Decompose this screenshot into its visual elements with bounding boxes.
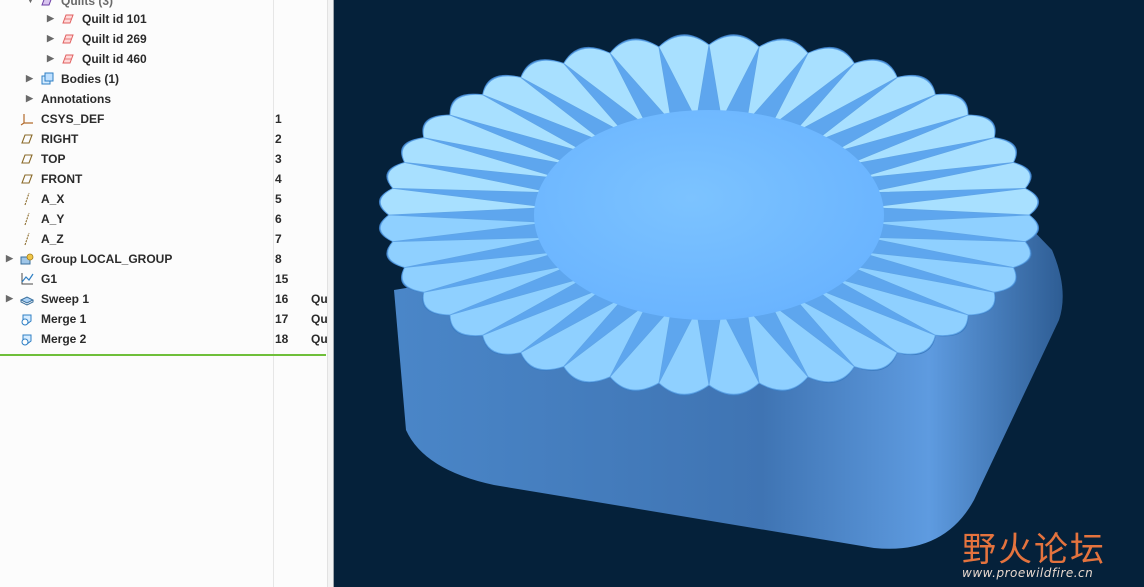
watermark-url: www.proewildfire.cn (962, 566, 1094, 580)
tree-item[interactable]: ▶ Quilt id 101 (0, 9, 327, 29)
tree-item[interactable]: ▶ Annotations (0, 89, 327, 109)
tree-item-label: Sweep 1 (41, 292, 90, 306)
datum-plane-icon (21, 154, 33, 164)
expand-arrow-icon[interactable]: ▶ (47, 13, 54, 24)
tree-item[interactable]: Merge 1 17 Qu (0, 309, 328, 329)
tree-item-number: 17 (275, 312, 289, 326)
merge-icon (21, 314, 32, 326)
tree-item-number: 16 (275, 292, 289, 306)
tree-item[interactable]: ▶ Group LOCAL_GROUP 8 (0, 249, 327, 269)
watermark-text: 野火论坛 (962, 530, 1106, 570)
tree-item-label: Annotations (41, 92, 111, 106)
quilt-icon (62, 14, 74, 24)
datum-plane-icon (21, 134, 33, 144)
watermark: 野火论坛 www.proewildfire.cn (958, 516, 1128, 586)
csys-icon (20, 114, 33, 126)
quilts-icon (41, 0, 52, 6)
model-3d-view (379, 34, 1063, 549)
tree-item-label: G1 (41, 272, 58, 286)
tree-item-label: Group LOCAL_GROUP (41, 252, 173, 266)
expand-arrow-icon[interactable]: ▶ (26, 93, 33, 104)
tree-item-label: RIGHT (41, 132, 79, 146)
expand-arrow-icon[interactable]: ▶ (47, 33, 54, 44)
tree-item-label: Quilt id 269 (82, 32, 147, 46)
model-tree: ▼ Quilts (3) ▶ Quilt id 101 ▶ Quilt id 269 ▶ Qu… (0, 0, 333, 587)
group-icon (20, 253, 34, 265)
tree-item-number: 3 (275, 152, 282, 166)
expand-arrow-icon[interactable]: ▶ (47, 53, 54, 64)
merge-icon (21, 334, 32, 346)
datum-plane-icon (21, 174, 33, 184)
tree-item-label: A_Z (41, 232, 64, 246)
pocket-floor (534, 110, 884, 320)
expand-arrow-icon[interactable]: ▶ (26, 73, 33, 84)
tree-item[interactable]: TOP 3 (0, 149, 327, 169)
tree-item[interactable]: A_X 5 (0, 189, 327, 209)
tree-item-number: 7 (275, 232, 282, 246)
tree-item[interactable]: CSYS_DEF 1 (0, 109, 327, 129)
tree-item[interactable]: ▶ Bodies (1) (0, 69, 327, 89)
tree-item-label: Quilts (3) (61, 0, 114, 8)
datum-axis-icon (24, 232, 30, 246)
datum-axis-icon (24, 192, 30, 206)
tree-item-column-value: Qu (311, 332, 328, 346)
tree-item[interactable]: G1 15 (0, 269, 327, 289)
expand-arrow-icon[interactable]: ▶ (6, 253, 13, 264)
collapse-arrow-icon[interactable]: ▼ (26, 0, 35, 5)
tree-item-label: Quilt id 101 (82, 12, 147, 26)
tree-item[interactable]: ▶ Quilt id 269 (0, 29, 327, 49)
tree-item-label: Bodies (1) (61, 72, 120, 86)
tree-item-number: 5 (275, 192, 282, 206)
tree-item-label: CSYS_DEF (41, 112, 105, 126)
tree-item-label: A_X (41, 192, 65, 206)
tree-item[interactable]: ▶ Sweep 1 16 Qu (0, 289, 328, 309)
tree-item-column-value: Qu (311, 292, 328, 306)
tree-item[interactable]: A_Y 6 (0, 209, 327, 229)
tree-item-number: 6 (275, 212, 282, 226)
tree-item-label: Merge 2 (41, 332, 87, 346)
quilt-icon (62, 34, 74, 44)
tree-item[interactable]: RIGHT 2 (0, 129, 327, 149)
expand-arrow-icon[interactable]: ▶ (6, 293, 13, 304)
graphics-viewport[interactable] (334, 0, 1144, 587)
tree-item-number: 15 (275, 272, 289, 286)
tree-item-number: 1 (275, 112, 282, 126)
tree-item-label: A_Y (41, 212, 65, 226)
bodies-icon (41, 72, 54, 85)
tree-item[interactable]: FRONT 4 (0, 169, 327, 189)
tree-item[interactable]: ▶ Quilt id 460 (0, 49, 327, 69)
graph-icon (21, 273, 34, 285)
tree-item-label: Quilt id 460 (82, 52, 147, 66)
sweep-icon (20, 296, 34, 306)
tree-item-label: FRONT (41, 172, 83, 186)
tree-item-number: 2 (275, 132, 282, 146)
insert-here-line[interactable] (0, 354, 326, 356)
tree-item[interactable]: Merge 2 18 Qu (0, 329, 328, 349)
tree-item-column-value: Qu (311, 312, 328, 326)
tree-item[interactable]: A_Z 7 (0, 229, 327, 249)
tree-item-label: TOP (41, 152, 66, 166)
tree-item-number: 8 (275, 252, 282, 266)
tree-item-number: 4 (275, 172, 282, 186)
tree-item-label: Merge 1 (41, 312, 87, 326)
tree-item-number: 18 (275, 332, 289, 346)
quilt-icon (62, 54, 74, 64)
datum-axis-icon (24, 212, 30, 226)
